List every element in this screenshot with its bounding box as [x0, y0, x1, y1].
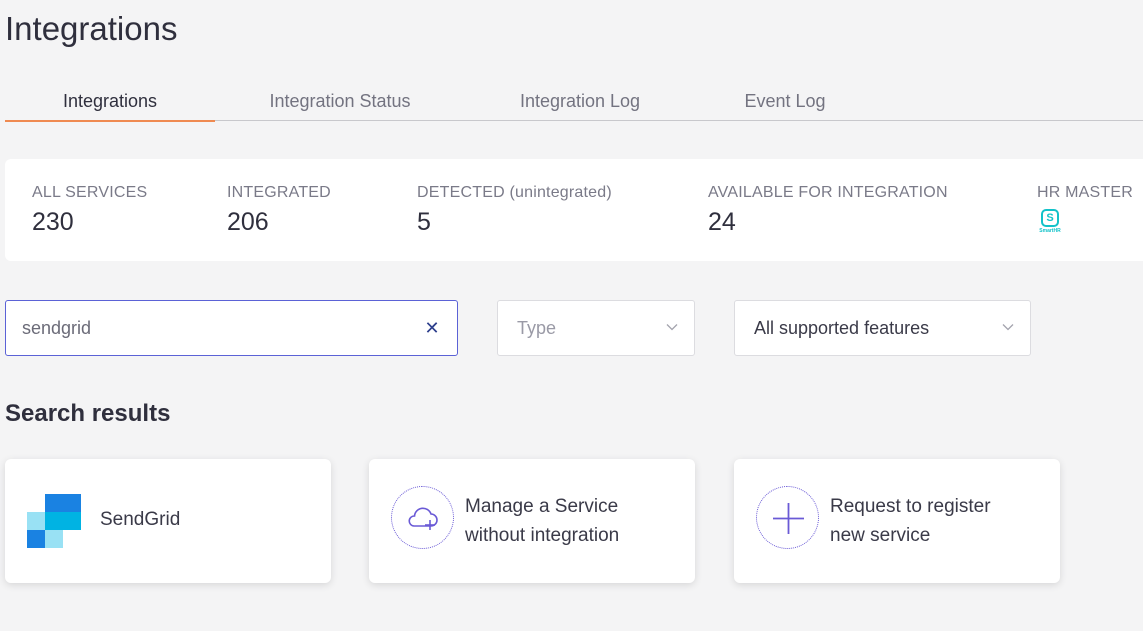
stat-label: DETECTED (unintegrated): [417, 184, 612, 201]
search-input-value: sendgrid: [22, 318, 92, 338]
result-card-label: SendGrid: [100, 509, 181, 530]
stat-label: HR MASTER: [1037, 184, 1134, 201]
stat-integrated: INTEGRATED 206: [227, 184, 331, 237]
stat-value: 5: [417, 208, 431, 236]
integrations-page: Integrations Integrations Integration St…: [0, 0, 1143, 631]
cloud-add-icon: [391, 486, 454, 549]
request-service-label: Request to register new service: [830, 492, 991, 550]
tab-integration-log[interactable]: Integration Log: [493, 84, 667, 121]
plus-icon: [756, 486, 819, 549]
manage-service-label: Manage a Service without integration: [465, 492, 619, 550]
request-service-card[interactable]: Request to register new service: [734, 459, 1060, 583]
stat-label: ALL SERVICES: [32, 184, 148, 201]
type-select-placeholder: Type: [517, 318, 557, 338]
smarthr-logo-badge: S: [1041, 209, 1059, 227]
stat-label: AVAILABLE FOR INTEGRATION: [708, 184, 948, 201]
stat-value: 206: [227, 208, 269, 236]
stat-hr-master: HR MASTER S SmartHR: [1037, 184, 1133, 234]
stat-value: 24: [708, 208, 736, 236]
smarthr-logo-text: SmartHR: [1039, 228, 1061, 234]
stat-available: AVAILABLE FOR INTEGRATION 24: [708, 184, 948, 237]
chevron-down-icon: [666, 324, 678, 331]
request-service-label-line1: Request to register: [830, 496, 991, 517]
manage-service-label-line1: Manage a Service: [465, 496, 619, 517]
features-select[interactable]: All supported features: [734, 300, 1031, 356]
search-input[interactable]: sendgrid ✕: [5, 300, 458, 356]
tab-bar: Integrations Integration Status Integrat…: [5, 84, 1143, 122]
tab-integrations[interactable]: Integrations: [5, 84, 215, 122]
manage-service-card[interactable]: Manage a Service without integration: [369, 459, 695, 583]
manage-service-label-line2: without integration: [465, 525, 620, 546]
chevron-down-icon: [1002, 324, 1014, 331]
features-select-value: All supported features: [754, 318, 930, 338]
clear-search-button[interactable]: ✕: [423, 319, 441, 337]
stat-detected: DETECTED (unintegrated) 5: [417, 184, 612, 237]
page-title: Integrations: [5, 10, 178, 47]
request-service-label-line2: new service: [830, 525, 931, 546]
tab-integration-status[interactable]: Integration Status: [241, 84, 439, 121]
stat-label: INTEGRATED: [227, 184, 331, 201]
result-card-sendgrid[interactable]: SendGrid: [5, 459, 331, 583]
type-select[interactable]: Type: [497, 300, 695, 356]
stat-value: 230: [32, 208, 74, 236]
tab-event-log[interactable]: Event Log: [722, 84, 848, 121]
smarthr-logo[interactable]: S SmartHR: [1037, 209, 1063, 234]
stat-all-services: ALL SERVICES 230: [32, 184, 147, 237]
search-results-title: Search results: [5, 400, 171, 427]
stats-panel: ALL SERVICES 230 INTEGRATED 206 DETECTED…: [5, 159, 1143, 261]
sendgrid-logo: [27, 494, 81, 548]
